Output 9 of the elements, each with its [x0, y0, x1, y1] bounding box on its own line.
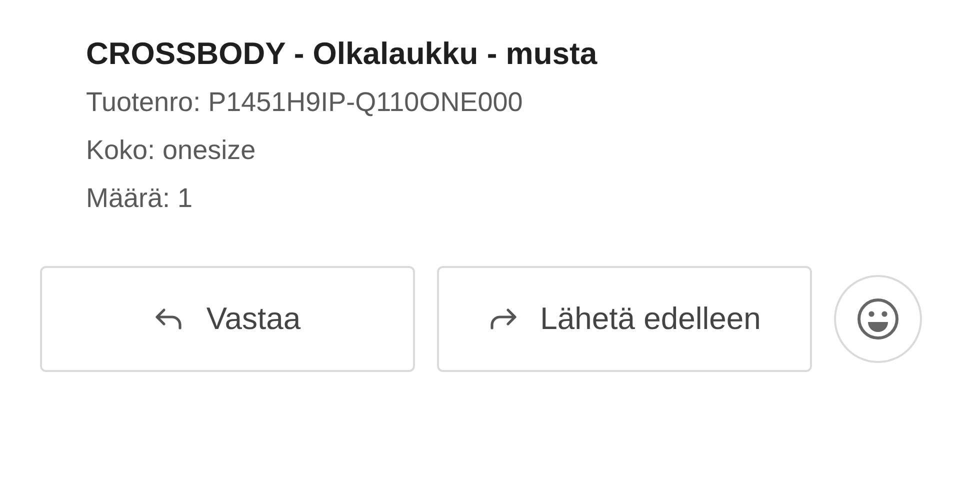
product-detail: Koko: onesize: [86, 134, 257, 167]
forward-icon: [488, 307, 518, 331]
reply-icon: [154, 307, 184, 331]
product-detail: Määrä: 1: [86, 182, 194, 215]
reply-button[interactable]: Vastaa: [40, 266, 415, 372]
smiley-icon: [856, 297, 900, 341]
product-detail: Tuotenro: P1451H9IP-Q110ONE000: [86, 86, 524, 119]
forward-button[interactable]: Lähetä edelleen: [437, 266, 812, 372]
product-title: CROSSBODY - Olkalaukku - musta: [86, 35, 598, 73]
